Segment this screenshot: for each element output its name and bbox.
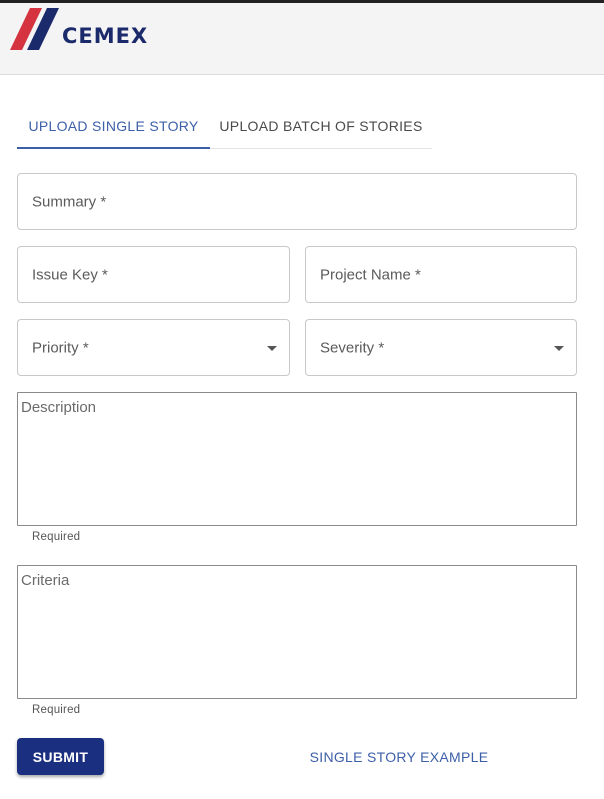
criteria-placeholder: Criteria xyxy=(21,572,70,589)
tab-upload-single-story[interactable]: UPLOAD SINGLE STORY xyxy=(17,104,210,149)
issue-key-field[interactable]: Issue Key * xyxy=(17,246,290,303)
criteria-textarea[interactable]: Criteria xyxy=(17,565,577,699)
upload-tabs: UPLOAD SINGLE STORY UPLOAD BATCH OF STOR… xyxy=(17,104,432,149)
dropdown-arrow-icon xyxy=(267,345,277,351)
severity-select[interactable]: Severity * xyxy=(305,319,577,376)
project-name-field[interactable]: Project Name * xyxy=(305,246,577,303)
priority-select[interactable]: Priority * xyxy=(17,319,290,376)
tab-upload-batch-of-stories[interactable]: UPLOAD BATCH OF STORIES xyxy=(210,104,432,148)
dropdown-arrow-icon xyxy=(554,345,564,351)
submit-button[interactable]: SUBMIT xyxy=(17,738,104,775)
description-helper-text: Required xyxy=(32,531,81,543)
description-textarea[interactable]: Description xyxy=(17,392,577,526)
project-name-placeholder: Project Name * xyxy=(320,266,421,283)
brand-name: CEMEX xyxy=(62,24,149,48)
issue-key-placeholder: Issue Key * xyxy=(32,266,108,283)
single-story-example-button[interactable]: SINGLE STORY EXAMPLE xyxy=(300,738,498,775)
summary-placeholder: Summary * xyxy=(32,193,107,210)
app-header: CEMEX xyxy=(0,3,604,75)
criteria-helper-text: Required xyxy=(32,704,81,716)
description-placeholder: Description xyxy=(21,399,97,416)
summary-field[interactable]: Summary * xyxy=(17,173,577,230)
severity-placeholder: Severity * xyxy=(320,339,385,356)
priority-placeholder: Priority * xyxy=(32,339,89,356)
